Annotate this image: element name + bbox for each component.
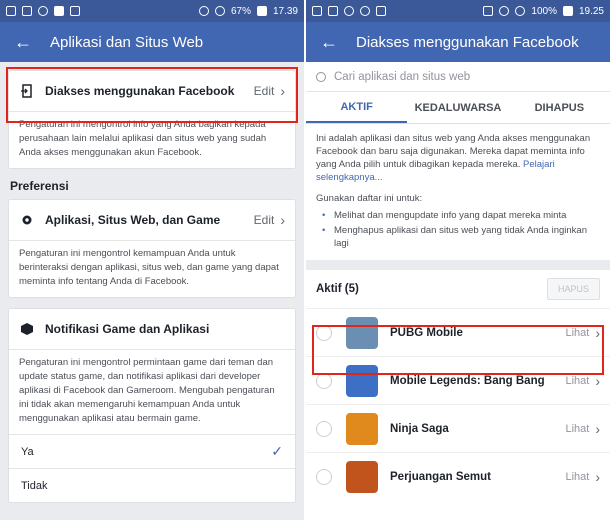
instagram-icon <box>38 6 48 16</box>
app-row[interactable]: Perjuangan Semut Lihat › <box>306 452 610 500</box>
select-radio[interactable] <box>316 468 332 485</box>
battery-icon <box>562 6 573 16</box>
view-link[interactable]: Lihat <box>565 471 589 483</box>
wifi-icon <box>515 6 526 16</box>
game-notifications-label: Notifikasi Game dan Aplikasi <box>45 322 210 336</box>
tab-bar: AKTIF KEDALUWARSA DIHAPUS <box>306 92 610 124</box>
option-yes[interactable]: Ya ✓ <box>9 434 295 468</box>
status-bar: 67% 17.39 <box>0 0 304 22</box>
chevron-right-icon: › <box>280 212 285 228</box>
option-yes-label: Ya <box>21 445 34 458</box>
battery-level: 67% <box>230 5 251 17</box>
divider <box>306 260 610 270</box>
wifi-icon <box>214 6 225 16</box>
left-screen: 67% 17.39 ← Aplikasi dan Situs Web Diaks… <box>0 0 304 520</box>
right-screen: 100% 19.25 ← Diakses menggunakan Faceboo… <box>306 0 610 520</box>
gear-icon <box>19 212 35 228</box>
app-bar: ← Diakses menggunakan Facebook <box>306 22 610 62</box>
notification-icon <box>6 6 16 16</box>
search-icon <box>316 71 326 82</box>
chevron-right-icon: › <box>595 468 600 485</box>
active-header: Aktif (5) HAPUS <box>306 270 610 308</box>
usage-list: Melihat dan mengupdate info yang dapat m… <box>316 209 600 250</box>
preferences-heading: Preferensi <box>10 179 69 193</box>
app-bar: ← Aplikasi dan Situs Web <box>0 22 304 62</box>
edit-link[interactable]: Edit <box>254 213 275 227</box>
image-icon <box>312 6 322 16</box>
app-icon <box>376 6 386 16</box>
signal-icon <box>256 6 267 16</box>
alarm-icon <box>499 6 510 16</box>
app-name: Mobile Legends: Bang Bang <box>390 374 545 387</box>
chevron-right-icon: › <box>595 420 600 437</box>
app-row[interactable]: Ninja Saga Lihat › <box>306 404 610 452</box>
app-thumbnail <box>346 412 378 445</box>
apps-websites-description: Pengaturan ini mengontrol kemampuan Anda… <box>9 240 295 297</box>
app-icon <box>344 6 354 16</box>
select-radio[interactable] <box>316 420 332 437</box>
bluetooth-icon <box>483 6 494 16</box>
search-bar[interactable]: Cari aplikasi dan situs web <box>306 62 610 92</box>
apps-websites-label: Aplikasi, Situs Web, dan Game <box>45 213 221 227</box>
active-count: Aktif (5) <box>316 283 359 295</box>
back-arrow-icon[interactable]: ← <box>14 33 32 51</box>
option-no-label: Tidak <box>21 479 48 492</box>
app-icon <box>360 6 370 16</box>
app-icon <box>70 6 80 16</box>
highlight-box <box>312 325 604 375</box>
game-notifications-row: Notifikasi Game dan Aplikasi <box>9 309 295 349</box>
app-thumbnail <box>346 460 378 493</box>
tab-kedaluwarsa[interactable]: KEDALUWARSA <box>407 92 508 123</box>
checkmark-icon: ✓ <box>271 443 283 459</box>
app-name: Perjuangan Semut <box>390 470 491 483</box>
remove-button[interactable]: HAPUS <box>546 278 600 300</box>
highlight-box <box>6 67 298 123</box>
battery-level: 100% <box>531 5 557 17</box>
tab-aktif[interactable]: AKTIF <box>306 92 408 123</box>
search-placeholder: Cari aplikasi dan situs web <box>334 70 471 83</box>
save-icon <box>54 6 64 16</box>
clock: 19.25 <box>578 5 604 17</box>
usage-item: Melihat dan mengupdate info yang dapat m… <box>322 209 600 222</box>
usage-item: Menghapus aplikasi dan situs web yang ti… <box>322 224 600 250</box>
status-bar: 100% 19.25 <box>306 0 610 22</box>
app-name: Ninja Saga <box>390 422 449 435</box>
info-section: Ini adalah aplikasi dan situs web yang A… <box>306 124 610 260</box>
apps-websites-games-row[interactable]: Aplikasi, Situs Web, dan Game Edit › <box>9 200 295 240</box>
notifications-card: Notifikasi Game dan Aplikasi Pengaturan … <box>8 308 296 503</box>
app-icon <box>328 6 338 16</box>
view-link[interactable]: Lihat <box>565 423 589 435</box>
game-notifications-description: Pengaturan ini mengontrol permintaan gam… <box>9 349 295 434</box>
usage-title: Gunakan daftar ini untuk: <box>316 193 423 204</box>
back-arrow-icon[interactable]: ← <box>320 33 338 51</box>
page-title: Diakses menggunakan Facebook <box>356 33 579 51</box>
apps-websites-card: Aplikasi, Situs Web, dan Game Edit › Pen… <box>8 199 296 298</box>
alarm-icon <box>198 6 209 16</box>
page-title: Aplikasi dan Situs Web <box>50 33 204 51</box>
option-no[interactable]: Tidak <box>9 468 295 502</box>
cube-icon <box>19 321 35 337</box>
tab-dihapus[interactable]: DIHAPUS <box>509 92 610 123</box>
clock: 17.39 <box>272 5 298 17</box>
view-link[interactable]: Lihat <box>565 375 589 387</box>
image-icon <box>22 6 32 16</box>
